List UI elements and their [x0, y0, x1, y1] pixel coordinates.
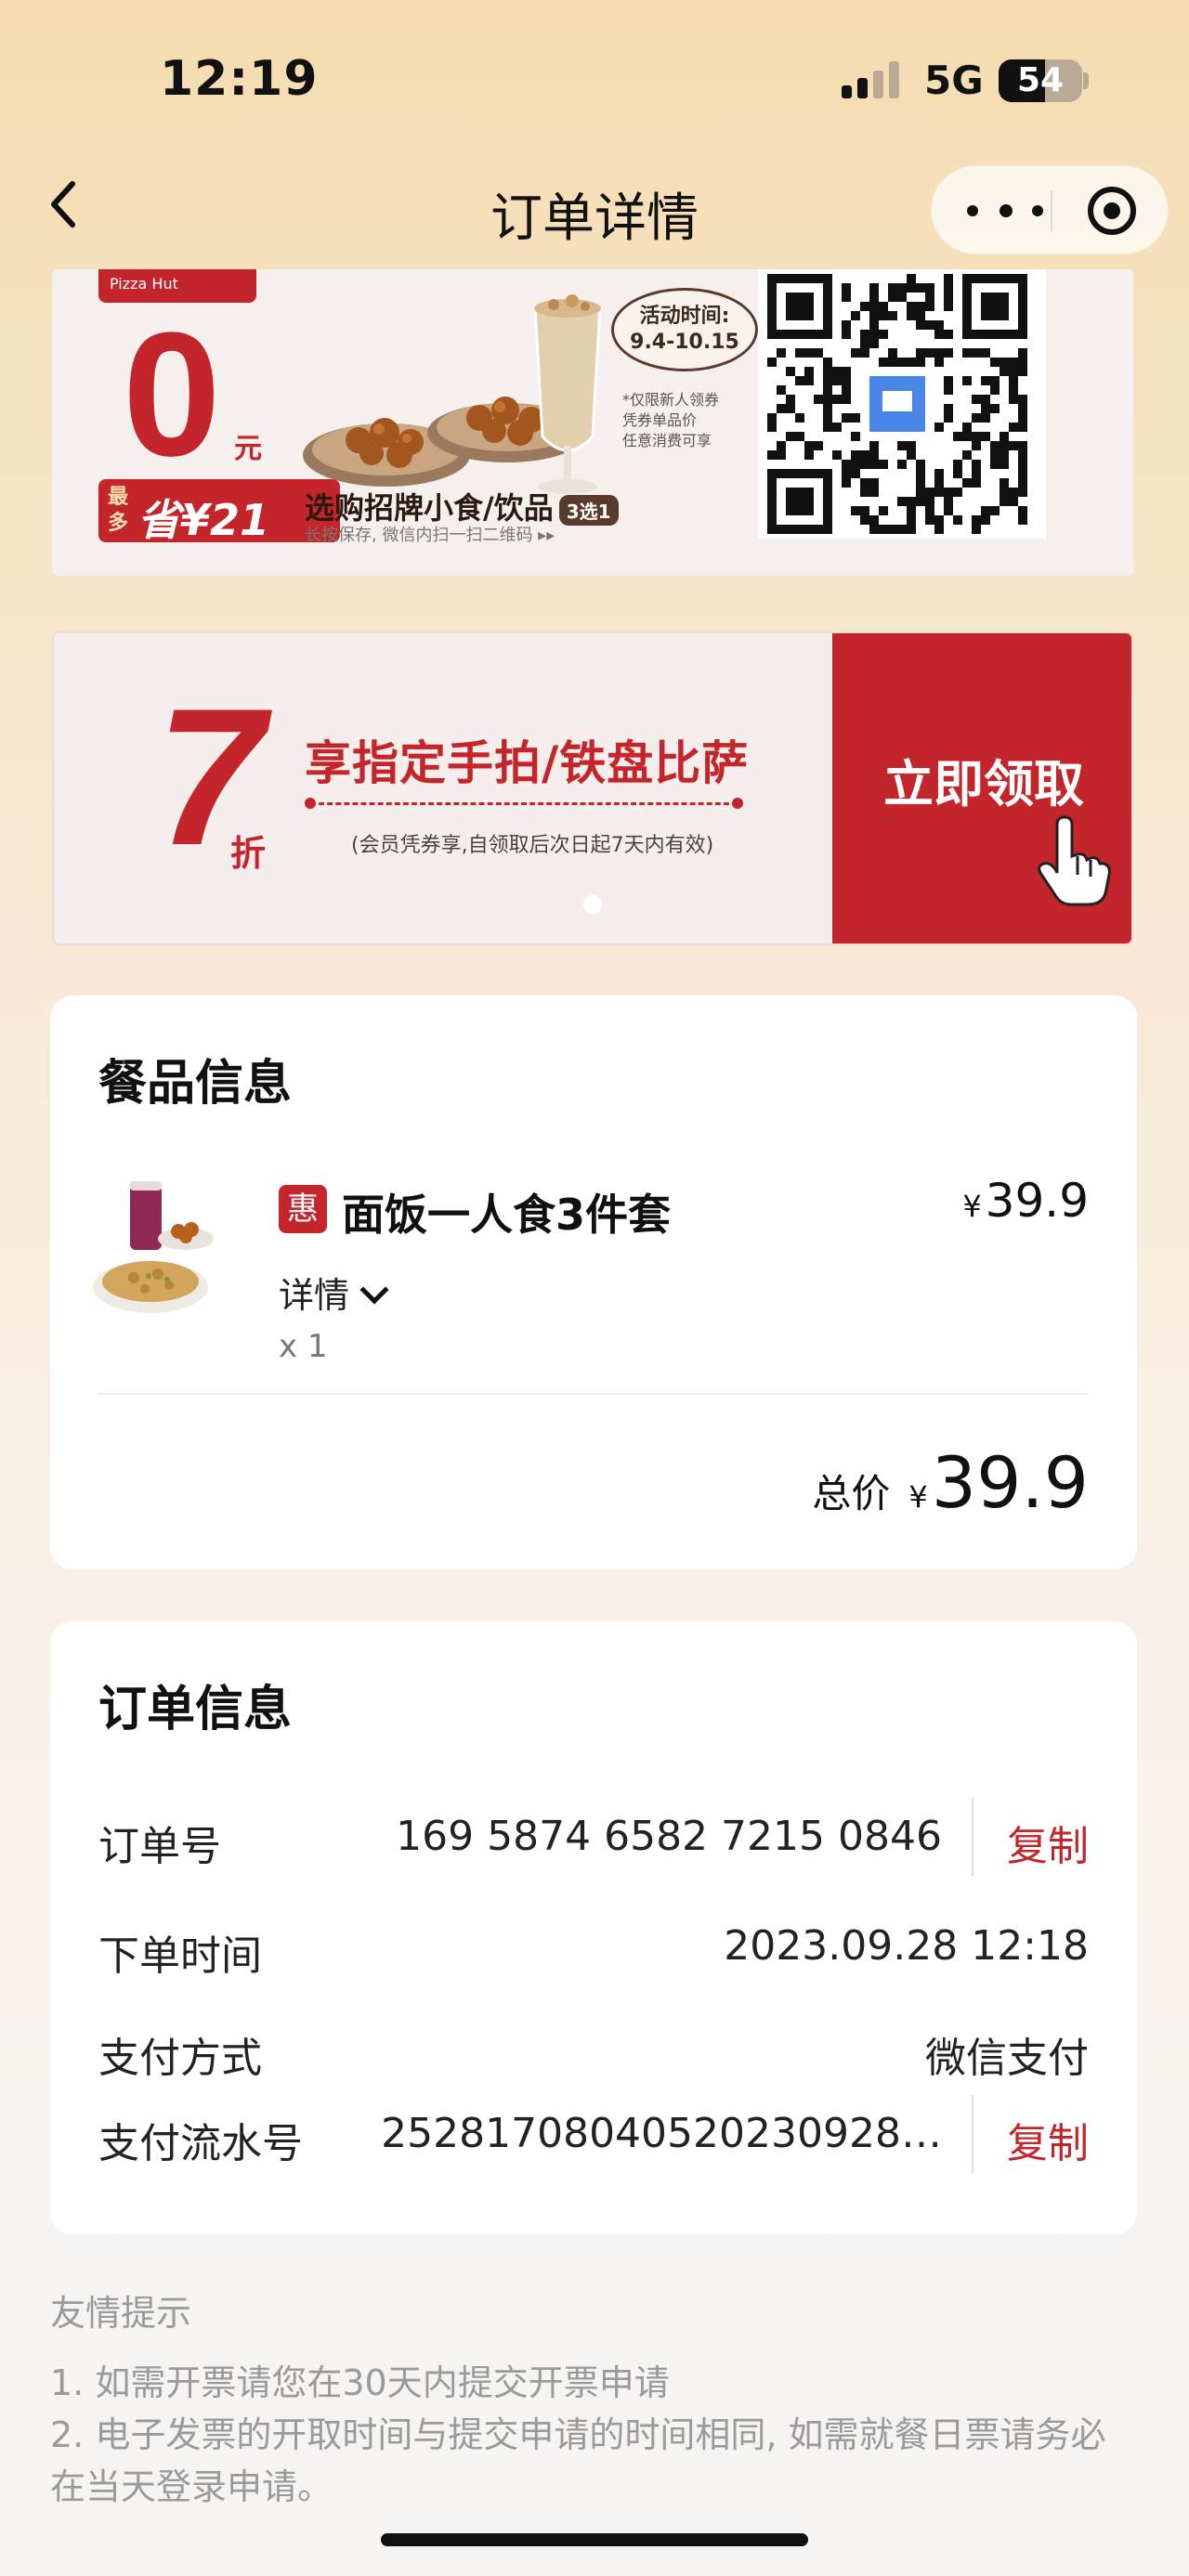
order-number-label: 订单号 — [98, 1823, 221, 1870]
total-currency: ¥ — [908, 1479, 928, 1515]
order-time-label: 下单时间 — [98, 1932, 262, 1980]
capsule-divider — [1051, 190, 1052, 231]
battery-tip — [1083, 72, 1089, 89]
order-info-card: 订单信息 订单号 169 5874 6582 7215 0846 复制 下单时间… — [50, 1621, 1137, 2234]
tip-line: 在当天登录申请。 — [50, 2466, 333, 2507]
mini-program-capsule — [931, 165, 1169, 254]
transaction-id-value: 25281708040520230928… — [381, 2110, 942, 2157]
coupon-title: 享指定手拍/铁盘比萨 — [305, 736, 750, 790]
pointer-hand-icon — [1038, 815, 1111, 906]
coupon-divider — [305, 798, 743, 809]
promo-tag: 3选1 — [558, 494, 619, 526]
fine-print: *仅限新人领券 凭券单品价 任意消费可享 — [622, 390, 719, 451]
transaction-id-row: 支付流水号 25281708040520230928… 复制 — [98, 2095, 1089, 2175]
payment-method-value: 微信支付 — [925, 2035, 1089, 2082]
order-number-row: 订单号 169 5874 6582 7215 0846 复制 — [98, 1798, 1089, 1878]
divider — [98, 1393, 1089, 1395]
signal-icon — [842, 61, 901, 98]
food-info-card: 餐品信息 惠 面饭一人食3件套 ¥39.9 详情 x 1 总价 ¥39.9 — [50, 995, 1137, 1569]
more-icon[interactable] — [963, 192, 1047, 229]
order-time-value: 2023.09.28 12:18 — [724, 1922, 1089, 1970]
milk-tea-glass-image — [533, 294, 602, 494]
promo-title-text: 选购招牌小食/饮品 — [305, 490, 554, 526]
battery-level: 54 — [1016, 61, 1065, 99]
qr-code-icon — [767, 274, 1027, 534]
item-detail-toggle[interactable]: 详情 — [279, 1267, 389, 1318]
activity-title: 活动时间: — [639, 305, 730, 328]
fine-print-line: *仅限新人领券 — [622, 391, 720, 409]
promo-subtitle: 长按保存, 微信内扫一扫二维码 ▸▸ — [305, 526, 555, 545]
activity-date-badge: 活动时间: 9.4-10.15 — [611, 288, 758, 371]
copy-order-number-button[interactable]: 复制 — [1007, 1813, 1089, 1872]
save-prefix: 最多 — [108, 486, 129, 535]
chevron-left-icon — [51, 181, 75, 228]
item-price-value: 39.9 — [985, 1174, 1089, 1228]
payment-method-row: 支付方式 微信支付 — [98, 2024, 1089, 2089]
tips-title: 友情提示 — [50, 2293, 192, 2334]
home-indicator — [381, 2533, 808, 2546]
battery-icon: 54 — [999, 59, 1082, 102]
coupon-subtitle: (会员凭券享,自领取后次日起7天内有效) — [351, 834, 714, 857]
discount-unit: 折 — [230, 833, 267, 874]
item-quantity: x 1 — [279, 1328, 328, 1365]
discount-badge: 惠 — [279, 1185, 327, 1233]
chevron-down-icon — [359, 1275, 389, 1305]
promo-price: 0 — [123, 296, 221, 493]
close-miniprogram-icon[interactable] — [1088, 187, 1136, 235]
qr-code[interactable] — [758, 269, 1046, 539]
fine-print-line: 任意消费可享 — [622, 432, 712, 449]
tip-line: 1. 如需开票请您在30天内提交开票申请 — [50, 2362, 670, 2403]
tip-line: 2. 电子发票的开取时间与提交申请的时间相同, 如需就餐日票请务必 — [50, 2414, 1106, 2455]
carousel-indicator[interactable] — [583, 895, 602, 914]
promo-price-unit: 元 — [234, 433, 262, 465]
fine-print-line: 凭券单品价 — [622, 411, 698, 429]
total-amount: 39.9 — [931, 1441, 1089, 1524]
meal-set-image — [93, 1181, 214, 1313]
total-label: 总价 — [812, 1471, 891, 1516]
claim-button[interactable]: 立即领取 — [832, 633, 1131, 943]
order-time-row: 下单时间 2023.09.28 12:18 — [98, 1922, 1089, 1987]
detail-label: 详情 — [279, 1275, 350, 1316]
status-time: 12:19 — [160, 51, 319, 107]
copy-divider — [972, 1798, 973, 1876]
food-info-title: 餐品信息 — [98, 1056, 293, 1112]
status-bar: 12:19 5G 54 — [0, 0, 1189, 158]
payment-method-label: 支付方式 — [98, 2035, 262, 2082]
back-button[interactable] — [37, 176, 93, 232]
item-price: ¥39.9 — [962, 1174, 1089, 1228]
copy-transaction-id-button[interactable]: 复制 — [1007, 2110, 1089, 2169]
claim-label: 立即领取 — [883, 755, 1084, 813]
network-type: 5G — [924, 58, 984, 103]
item-name: 面饭一人食3件套 — [342, 1190, 672, 1240]
order-total: 总价 ¥39.9 — [812, 1441, 1089, 1524]
promo-banner-qr[interactable]: Pizza Hut 0 元 最多 省¥21 活动时间: 9.4-10.15 *仅… — [52, 269, 1133, 576]
transaction-id-label: 支付流水号 — [98, 2120, 303, 2167]
currency-symbol: ¥ — [962, 1189, 982, 1224]
order-number-value: 169 5874 6582 7215 0846 — [396, 1813, 942, 1860]
activity-dates: 9.4-10.15 — [630, 331, 739, 354]
save-text: 省¥21 — [137, 495, 270, 545]
order-info-title: 订单信息 — [98, 1682, 293, 1737]
coupon-banner[interactable]: 7 折 享指定手拍/铁盘比萨 (会员凭券享,自领取后次日起7天内有效) 立即领取 — [52, 631, 1133, 945]
copy-divider — [972, 2095, 973, 2173]
